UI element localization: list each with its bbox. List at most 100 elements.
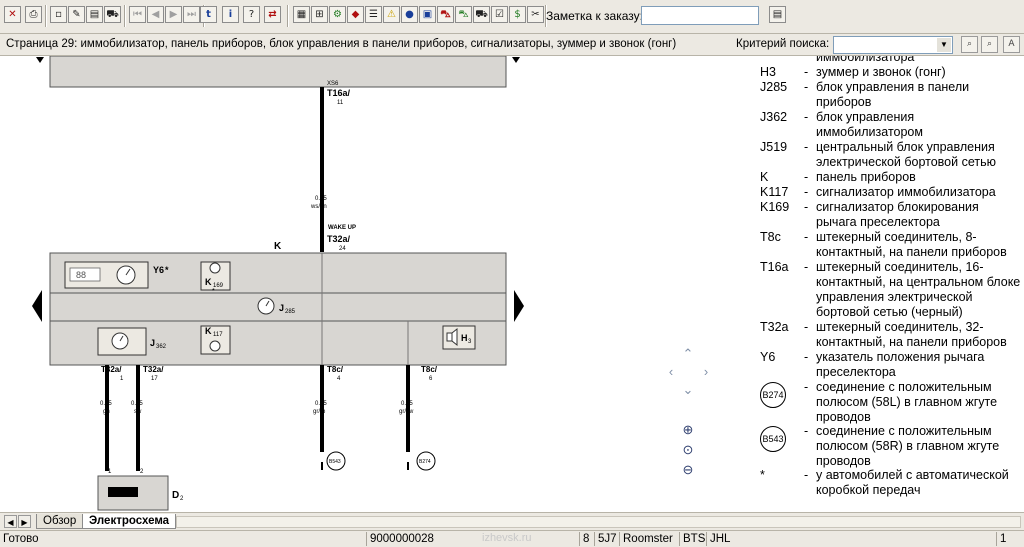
pan-right-icon[interactable]: › bbox=[698, 364, 714, 380]
prev-icon[interactable]: ◀ bbox=[147, 6, 164, 23]
car-red-icon[interactable]: ⛍ bbox=[437, 6, 454, 23]
search-next-icon[interactable]: ⌕ bbox=[981, 36, 998, 53]
t8c-6-label: T8c/ bbox=[421, 365, 438, 374]
y6-label: Y6 bbox=[153, 265, 164, 275]
legend-dash: - bbox=[804, 170, 809, 184]
legend-desc: штекерный соединитель, 16-контактный, на… bbox=[816, 260, 1021, 319]
print-preview-icon[interactable]: ▤ bbox=[86, 6, 103, 23]
legend-dash: - bbox=[804, 230, 809, 244]
diagram-view[interactable]: XS6 T16a/ 11 0.35 ws/gn WAKE UP T32a/ 24… bbox=[0, 56, 1024, 512]
k169-star: * bbox=[212, 288, 215, 295]
calculator-icon[interactable]: ▦ bbox=[293, 6, 310, 23]
edit-icon[interactable]: ✎ bbox=[68, 6, 85, 23]
wire-gr-sw-color: gr/sw bbox=[399, 409, 414, 415]
tab-next-icon[interactable]: ▶ bbox=[18, 515, 31, 528]
k169-label: K bbox=[205, 277, 212, 287]
legend-item: K169 - сигнализатор блокирования рычага … bbox=[760, 200, 1022, 230]
zoom-fit-icon[interactable]: ⊙ bbox=[680, 442, 696, 458]
status-field: 8 bbox=[579, 532, 592, 546]
order-note-input[interactable] bbox=[641, 6, 759, 25]
page-number: 1 bbox=[996, 532, 1009, 546]
y6-asterisk: * bbox=[165, 265, 169, 275]
wire-gn-color: gn bbox=[103, 409, 110, 415]
model-code: 5J7 bbox=[594, 532, 620, 546]
globe-icon[interactable]: ● bbox=[401, 6, 418, 23]
pan-down-icon[interactable]: ⌄ bbox=[680, 382, 696, 398]
legend-item: Y6 - указатель положения рычага преселек… bbox=[760, 350, 1022, 380]
info-icon[interactable]: i bbox=[222, 6, 239, 23]
legend-code: T8c bbox=[760, 230, 781, 244]
list-icon[interactable]: ☰ bbox=[365, 6, 382, 23]
b543-connection-icon: B543 bbox=[760, 426, 786, 452]
legend-code: T16a bbox=[760, 260, 789, 274]
scroll-right-icon[interactable] bbox=[514, 290, 524, 322]
print-icon[interactable]: ⎙ bbox=[25, 6, 42, 23]
legend-dash: - bbox=[804, 140, 809, 154]
b274-label: B274 bbox=[419, 459, 431, 465]
car-icon[interactable]: ⛟ bbox=[104, 6, 121, 23]
legend-desc: штекерный соединитель, 32-контактный, на… bbox=[816, 320, 1007, 349]
tab-overview[interactable]: Обзор bbox=[36, 514, 84, 529]
legend-dash: - bbox=[804, 424, 809, 438]
chevron-down-icon[interactable]: ▼ bbox=[937, 38, 951, 52]
d2-label: D bbox=[172, 490, 179, 501]
new-icon[interactable]: ▫ bbox=[50, 6, 67, 23]
check-icon[interactable]: ☑ bbox=[491, 6, 508, 23]
first-icon[interactable]: ⏮ bbox=[129, 6, 146, 23]
horizontal-scrollbar[interactable] bbox=[176, 516, 1021, 528]
tools-icon[interactable]: ⚙ bbox=[329, 6, 346, 23]
scroll-left-icon[interactable] bbox=[32, 290, 42, 322]
book-icon[interactable]: ◆ bbox=[347, 6, 364, 23]
text-icon[interactable]: t bbox=[200, 6, 217, 23]
tab-bar: ◀ ▶ Обзор Электросхема bbox=[0, 512, 1024, 530]
help-icon[interactable]: ? bbox=[243, 6, 260, 23]
delete-icon[interactable]: ✕ bbox=[4, 6, 21, 23]
text-search-icon[interactable]: A bbox=[1003, 36, 1020, 53]
money-icon[interactable]: $ bbox=[509, 6, 526, 23]
d2-coil bbox=[108, 487, 138, 497]
legend-dash: - bbox=[804, 65, 809, 79]
legend-code: H3 bbox=[760, 65, 776, 79]
pan-up-icon[interactable]: ⌃ bbox=[680, 346, 696, 362]
tab-wiring-diagram[interactable]: Электросхема bbox=[82, 514, 177, 529]
swap-icon[interactable]: ⇄ bbox=[264, 6, 281, 23]
note-edit-icon[interactable]: ▤ bbox=[769, 6, 786, 23]
legend-dash: - bbox=[804, 380, 809, 394]
b543-label: B543 bbox=[329, 459, 341, 465]
legend-desc: блок управления иммобилизатором bbox=[816, 110, 923, 139]
t8c-6-pin: 6 bbox=[429, 376, 433, 382]
car-green-icon[interactable]: ⛍ bbox=[455, 6, 472, 23]
tab-prev-icon[interactable]: ◀ bbox=[4, 515, 17, 528]
pan-left-icon[interactable]: ‹ bbox=[663, 364, 679, 380]
truck-icon[interactable]: ⛟ bbox=[473, 6, 490, 23]
search-icon[interactable]: ⌕ bbox=[961, 36, 978, 53]
wire-gr-sw-size: 0.35 bbox=[401, 401, 413, 407]
legend-code: J519 bbox=[760, 140, 788, 154]
t32a-top-label: T32a/ bbox=[327, 234, 351, 244]
wire-wake-up-size: 0.35 bbox=[315, 196, 327, 202]
zoom-out-icon[interactable]: ⊖ bbox=[680, 462, 696, 478]
legend-code: J285 bbox=[760, 80, 788, 94]
legend-item: H3 - зуммер и звонок (гонг) bbox=[760, 65, 1022, 80]
save-icon[interactable]: ▣ bbox=[419, 6, 436, 23]
j362-sub: 362 bbox=[156, 344, 167, 350]
gearbox-code: JHL bbox=[706, 532, 996, 546]
legend-desc: блок управления в панели приборов bbox=[816, 80, 970, 109]
last-icon[interactable]: ⏭ bbox=[183, 6, 200, 23]
scroll-right-top-icon bbox=[512, 57, 520, 63]
search-criteria-select[interactable]: ▼ bbox=[833, 36, 953, 54]
next-icon[interactable]: ▶ bbox=[165, 6, 182, 23]
warning-icon[interactable]: ⚠ bbox=[383, 6, 400, 23]
legend-desc: указатель положения рычага преселектора bbox=[816, 350, 985, 379]
page-title: Страница 29: иммобилизатор, панель прибо… bbox=[6, 38, 677, 50]
lamp-icon bbox=[209, 340, 221, 352]
legend: иммобилизатора H3 - зуммер и звонок (гон… bbox=[760, 56, 1022, 498]
legend-desc: сигнализатор иммобилизатора bbox=[816, 185, 996, 199]
grid-icon[interactable]: ⊞ bbox=[311, 6, 328, 23]
t16a-label: T16a/ bbox=[327, 88, 351, 98]
zoom-in-icon[interactable]: ⊕ bbox=[680, 422, 696, 438]
order-note-label: Заметка к заказу: bbox=[546, 9, 643, 23]
attach-icon[interactable]: ✂ bbox=[527, 6, 544, 23]
wire-wake-up-color: ws/gn bbox=[310, 204, 327, 210]
wiring-diagram: XS6 T16a/ 11 0.35 ws/gn WAKE UP T32a/ 24… bbox=[32, 56, 524, 511]
